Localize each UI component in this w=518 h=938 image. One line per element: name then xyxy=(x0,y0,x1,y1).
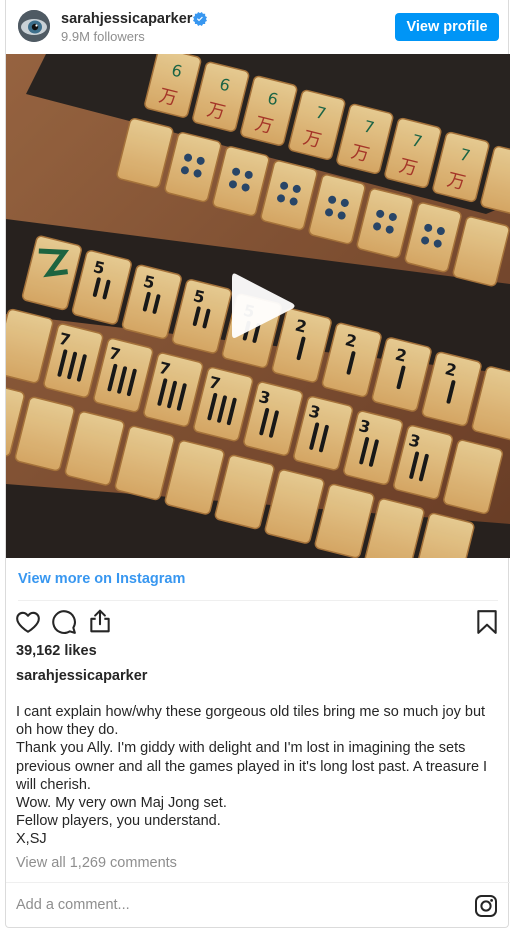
bookmark-icon[interactable] xyxy=(474,609,500,635)
caption-line: previous owner and all the games played … xyxy=(16,758,488,775)
username[interactable]: sarahjessicaparker xyxy=(61,11,192,27)
caption-line: Thank you Ally. I'm giddy with delight a… xyxy=(16,740,466,757)
divider xyxy=(18,600,498,601)
view-more-link[interactable]: View more on Instagram xyxy=(18,571,185,587)
view-all-comments-link[interactable]: View all 1,269 comments xyxy=(16,855,177,871)
caption-line: X,SJ xyxy=(16,831,47,848)
instagram-embed-card: sarahjessicaparker 9.9M followers View p… xyxy=(5,0,510,928)
caption-line: I cant explain how/why these gorgeous ol… xyxy=(16,704,486,720)
caption-line: oh how they do. xyxy=(16,722,119,739)
avatar[interactable] xyxy=(18,10,50,42)
follower-count: 9.9M followers xyxy=(61,29,145,44)
play-icon[interactable] xyxy=(228,268,298,344)
caption-line: Wow. My very own Maj Jong set. xyxy=(16,795,227,812)
view-profile-button[interactable]: View profile xyxy=(395,13,499,41)
heart-icon[interactable] xyxy=(15,609,41,635)
like-count[interactable]: 39,162 likes xyxy=(16,643,97,659)
comment-icon[interactable] xyxy=(51,609,77,635)
caption-line: Fellow players, you understand. xyxy=(16,813,221,830)
verified-badge-icon xyxy=(193,12,207,26)
comment-input[interactable] xyxy=(14,893,438,917)
comment-bar xyxy=(6,882,510,928)
instagram-logo-icon[interactable] xyxy=(474,894,498,918)
post-header: sarahjessicaparker 9.9M followers View p… xyxy=(6,0,510,54)
caption-username[interactable]: sarahjessicaparker xyxy=(16,668,147,684)
video-media[interactable]: 666 7777 万万万 万万万万 5 5 5 2 2 2 2 7 7 7 7 … xyxy=(6,54,510,558)
caption-text: I cant explain how/why these gorgeous ol… xyxy=(16,703,500,849)
caption-line: will cherish. xyxy=(16,776,91,793)
share-icon[interactable] xyxy=(87,608,113,634)
